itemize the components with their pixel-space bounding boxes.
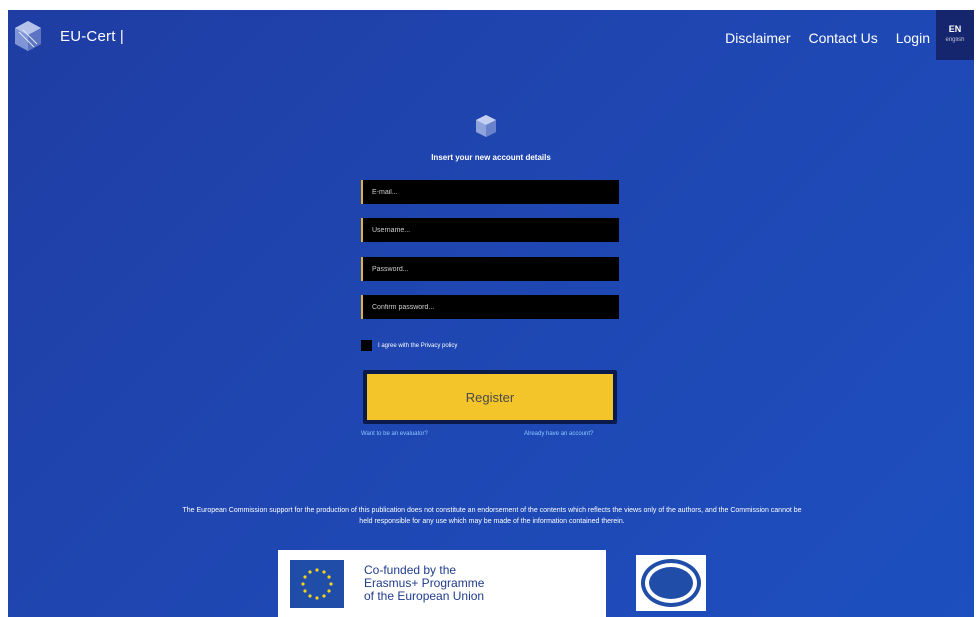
register-button[interactable]: Register	[363, 370, 617, 424]
erasmus-text: Co-funded by the Erasmus+ Programme of t…	[364, 564, 484, 603]
language-code: EN	[948, 24, 962, 34]
center-logo-icon	[476, 115, 496, 137]
brand-name: EU-Cert |	[60, 27, 125, 45]
nav-login-link[interactable]: Login	[896, 30, 930, 46]
eucert-logo-icon	[641, 559, 701, 607]
language-selector[interactable]: EN english	[936, 10, 974, 60]
nav-contact-link[interactable]: Contact Us	[808, 30, 877, 46]
eu-flag-icon	[290, 559, 344, 608]
erasmus-line: of the European Union	[364, 589, 485, 603]
username-field[interactable]	[361, 218, 619, 242]
privacy-agreement: I agree with the Privacy policy	[361, 340, 457, 351]
nav-disclaimer-link[interactable]: Disclaimer	[725, 30, 790, 46]
eu-disclaimer: The European Commission support for the …	[182, 507, 802, 525]
eucert-footer-logo	[636, 555, 706, 611]
page: EU-Cert | Disclaimer Contact Us Login EN…	[8, 10, 974, 617]
language-name: english	[945, 37, 965, 43]
evaluator-link[interactable]: Want to be an evaluator?	[361, 431, 428, 437]
top-nav: Disclaimer Contact Us Login	[707, 30, 930, 46]
brand-logo-icon	[15, 21, 41, 51]
privacy-checkbox-label[interactable]: I agree with the Privacy policy	[378, 343, 457, 349]
email-field[interactable]	[361, 180, 619, 204]
login-link[interactable]: Already have an account?	[524, 431, 593, 437]
password-field[interactable]	[361, 257, 619, 281]
confirm-password-field[interactable]	[361, 295, 619, 319]
form-title: Insert your new account details	[431, 153, 551, 162]
brand[interactable]: EU-Cert |	[14, 20, 124, 52]
privacy-checkbox[interactable]	[361, 340, 372, 351]
erasmus-banner: Co-funded by the Erasmus+ Programme of t…	[278, 550, 606, 617]
